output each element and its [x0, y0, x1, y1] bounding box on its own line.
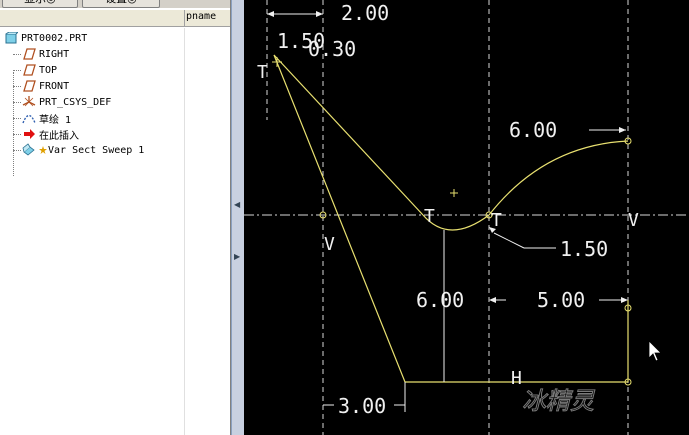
- tree-item-label: TOP: [39, 64, 58, 76]
- constraint-tangent[interactable]: T: [424, 206, 435, 227]
- dimension-value[interactable]: 0.30: [308, 37, 356, 61]
- tree-guide-branch: [13, 54, 21, 56]
- tree-guide-branch: [13, 134, 21, 136]
- tree-item-var-sect-sweep[interactable]: Var Sect Sweep 1: [22, 142, 144, 158]
- tree-item-label: 在此插入: [39, 130, 79, 142]
- dimension-arrowhead: [316, 11, 323, 17]
- show-button[interactable]: 显示◎: [2, 0, 78, 8]
- tree-guide-branch: [13, 86, 21, 88]
- tree-item-label: RIGHT: [39, 48, 70, 60]
- datum-plane-icon: [22, 63, 36, 77]
- datum-plane-icon: [22, 47, 36, 61]
- sketch-line[interactable]: [273, 54, 406, 383]
- dimension-arrowhead: [267, 11, 274, 17]
- dimension-leader: [493, 232, 525, 249]
- part-icon: [4, 31, 18, 45]
- tree-item-csys[interactable]: PRT_CSYS_DEF: [22, 94, 111, 110]
- constraint-vertical[interactable]: V: [324, 234, 335, 255]
- watermark-text: 冰精灵: [522, 387, 595, 415]
- collapse-left-arrow-icon[interactable]: ◀: [234, 200, 240, 209]
- dimension-value[interactable]: 6.00: [416, 288, 464, 312]
- tree-guide-branch: [13, 150, 21, 152]
- pane-splitter[interactable]: ◀ ▶: [231, 0, 245, 435]
- sketch-canvas[interactable]: 2.00 1.50 0.30 6.00 1.50 6.00 5.00 3.00 …: [244, 0, 689, 435]
- tree-guide-branch: [13, 118, 21, 120]
- settings-button[interactable]: 设置◎: [82, 0, 160, 8]
- tree-column-header: pname: [0, 10, 230, 27]
- dimension-value[interactable]: 6.00: [509, 118, 557, 142]
- tree-item-label: FRONT: [39, 80, 70, 92]
- datum-plane-icon: [22, 79, 36, 93]
- tree-item-front[interactable]: FRONT: [22, 78, 69, 94]
- sketch-icon: [22, 111, 36, 125]
- sketch-spline[interactable]: [488, 140, 629, 216]
- dimension-arrowhead: [489, 297, 496, 303]
- dimension-arrowhead: [619, 127, 626, 133]
- tree-guide-branch: [13, 102, 21, 104]
- pname-column-header[interactable]: pname: [186, 11, 216, 22]
- tree-column-divider[interactable]: [184, 28, 185, 435]
- model-tree: PRT0002.PRT RIGHT TOP FRONT PRT_CSYS_DEF…: [0, 28, 184, 435]
- tree-item-right[interactable]: RIGHT: [22, 46, 69, 62]
- tree-guide-branch: [13, 70, 21, 72]
- tree-root-part[interactable]: PRT0002.PRT: [4, 30, 87, 46]
- dimension-value[interactable]: 1.50: [560, 237, 608, 261]
- dimension-value[interactable]: 3.00: [338, 394, 386, 418]
- model-tree-panel: 显示◎ 设置◎ pname PRT0002.PRT RIGHT TOP: [0, 0, 231, 435]
- tree-toolbar: 显示◎ 设置◎: [0, 0, 230, 8]
- csys-icon: [22, 95, 36, 109]
- insert-here-arrow-icon: [22, 127, 36, 141]
- var-sect-sweep-icon: [22, 143, 36, 157]
- tree-item-sketch[interactable]: 草绘 1: [22, 110, 71, 126]
- dimension-arrowhead: [621, 297, 628, 303]
- sketch-line[interactable]: [273, 54, 424, 216]
- dimension-value[interactable]: 5.00: [537, 288, 585, 312]
- new-feature-star-icon: [39, 143, 47, 157]
- expand-right-arrow-icon[interactable]: ▶: [234, 252, 240, 261]
- tree-name-column-header[interactable]: [0, 10, 185, 26]
- dimension-value[interactable]: 2.00: [341, 1, 389, 25]
- mouse-cursor-icon: [648, 340, 662, 362]
- tree-item-insert-here[interactable]: 在此插入: [22, 126, 79, 142]
- constraint-horizontal[interactable]: H: [511, 368, 522, 389]
- tree-root-label: PRT0002.PRT: [21, 32, 88, 44]
- tree-item-label: PRT_CSYS_DEF: [39, 96, 112, 108]
- constraint-vertical[interactable]: V: [628, 210, 639, 231]
- sketch-graphics-window[interactable]: 2.00 1.50 0.30 6.00 1.50 6.00 5.00 3.00 …: [244, 0, 689, 435]
- tree-item-label: 草绘 1: [39, 114, 72, 126]
- constraint-tangent[interactable]: T: [257, 62, 268, 83]
- tree-item-top[interactable]: TOP: [22, 62, 57, 78]
- constraint-tangent[interactable]: T: [491, 210, 502, 231]
- tree-item-label: Var Sect Sweep 1: [48, 144, 145, 156]
